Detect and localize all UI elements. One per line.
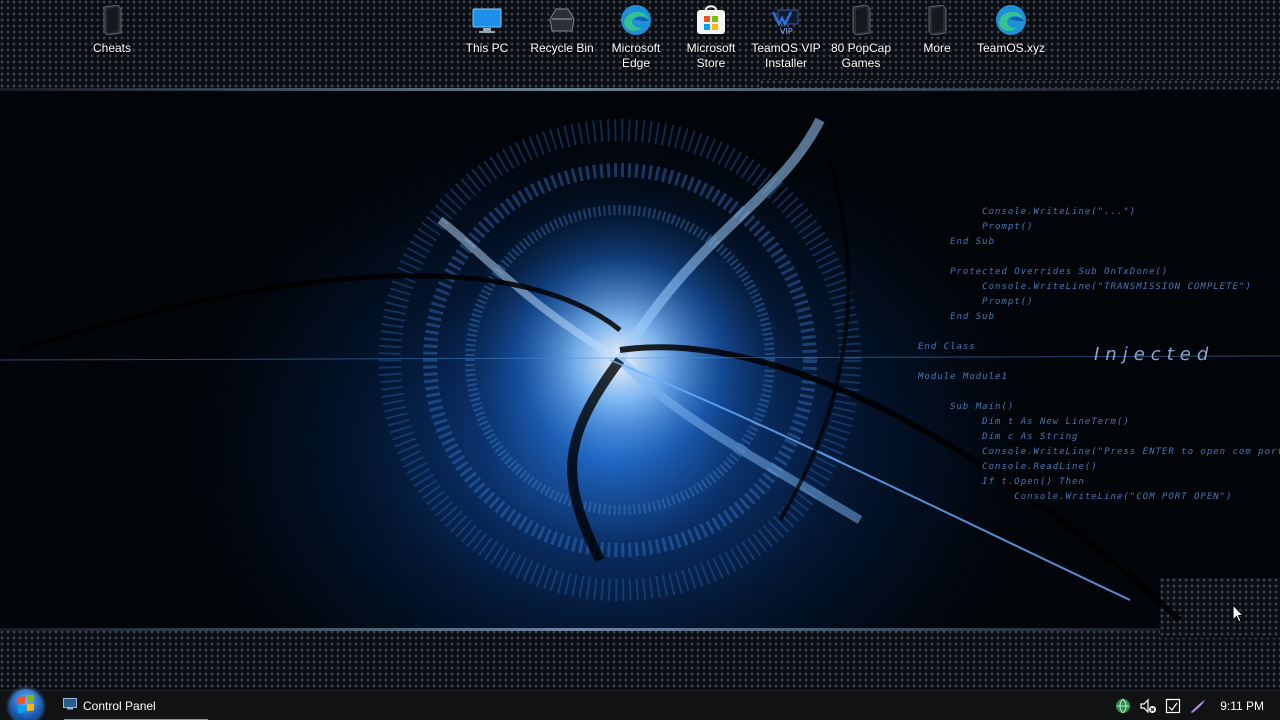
code-line: Protected Overrides Sub OnTxDone() [918, 267, 1169, 277]
mouse-cursor-icon [1232, 604, 1244, 623]
edge-icon [620, 4, 652, 36]
code-line: Dim t As New LineTerm() [918, 417, 1130, 427]
recycle-bin-icon [546, 4, 578, 36]
desktop-icon-recycle-bin[interactable]: Recycle Bin [524, 4, 600, 56]
code-line: Dim c As String [918, 432, 1079, 442]
system-tray: 9:11 PM [1112, 691, 1280, 720]
network-globe-icon[interactable] [1112, 695, 1134, 717]
desktop-icon-more[interactable]: More [899, 4, 975, 56]
code-line: Console.WriteLine("COM PORT OPEN") [918, 492, 1233, 502]
monitor-icon [471, 4, 503, 36]
code-line: Console.WriteLine("...") [918, 207, 1137, 217]
edge-icon [995, 4, 1027, 36]
installer-icon: VIP [770, 4, 802, 36]
code-line: End Sub [918, 312, 996, 322]
store-icon [695, 4, 727, 36]
folder-dark-icon [96, 4, 128, 36]
desktop-wallpaper: Console.WriteLine("...") Prompt() End Su… [0, 0, 1280, 690]
code-line: Module Module1 [918, 372, 1008, 382]
desktop-icon-this-pc[interactable]: This PC [449, 4, 525, 56]
desktop-icon-teamos-vip-installer[interactable]: VIP TeamOS VIP Installer [748, 4, 824, 71]
taskbar: Control Panel 9:11 PM [0, 689, 1280, 720]
desktop-icon-80-popcap-games[interactable]: 80 PopCap Games [823, 4, 899, 71]
windows-start-orb-icon[interactable] [9, 689, 43, 720]
wallpaper-injected-text: Injected [1094, 344, 1215, 365]
code-line: Prompt() [918, 297, 1034, 307]
desktop-icon-cheats[interactable]: Cheats [74, 4, 150, 56]
code-line: End Sub [918, 237, 996, 247]
svg-text:VIP: VIP [780, 27, 793, 36]
code-line: Prompt() [918, 222, 1034, 232]
code-line: If t.Open() Then [918, 477, 1085, 487]
desktop-icon-microsoft-edge[interactable]: Microsoft Edge [598, 4, 674, 71]
desktop-icon-teamos-xyz[interactable]: TeamOS.xyz [973, 4, 1049, 56]
taskbar-item-control-panel[interactable]: Control Panel [58, 691, 208, 720]
folder-dark-icon [845, 4, 877, 36]
folder-dark-icon [921, 4, 953, 36]
wallpaper-mesh-bottom [0, 630, 1280, 690]
pen-icon[interactable] [1187, 695, 1209, 717]
taskbar-clock[interactable]: 9:11 PM [1220, 699, 1264, 713]
control-panel-icon [63, 697, 77, 715]
code-line: Console.ReadLine() [918, 462, 1098, 472]
taskbar-item-label: Control Panel [83, 699, 156, 713]
code-line: Console.WriteLine("Press ENTER to open c… [918, 447, 1280, 457]
code-line: Console.WriteLine("TRANSMISSION COMPLETE… [918, 282, 1252, 292]
code-line: Sub Main() [918, 402, 1015, 412]
desktop-icon-microsoft-store[interactable]: Microsoft Store [673, 4, 749, 71]
action-center-icon[interactable] [1162, 695, 1184, 717]
volume-icon[interactable] [1137, 695, 1159, 717]
